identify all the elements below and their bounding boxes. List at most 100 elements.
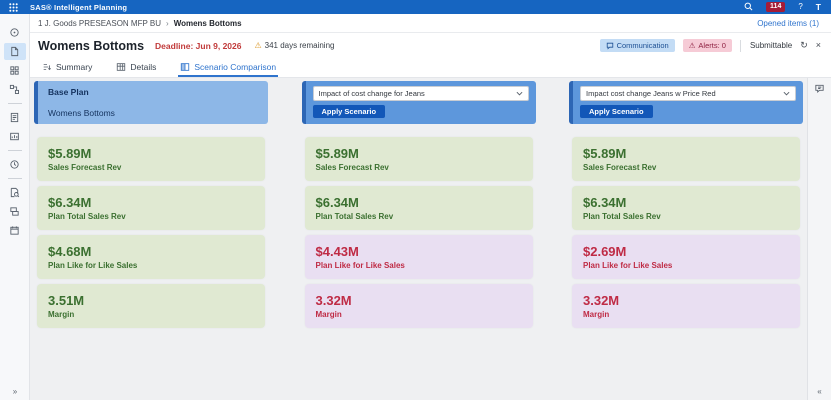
base-plan-title: Base Plan [48, 87, 89, 97]
page-header: Womens Bottoms Deadline: Jun 9, 2026 ⚠ 3… [30, 33, 831, 58]
schedule-icon[interactable] [4, 222, 26, 239]
tab-scenario-comparison[interactable]: Scenario Comparison [178, 58, 279, 77]
metric-card-sales-forecast-rev: $5.89M Sales Forecast Rev [572, 137, 800, 181]
sidebar-divider [7, 150, 22, 151]
search-icon[interactable] [744, 2, 753, 11]
metric-label: Sales Forecast Rev [315, 163, 389, 172]
scenario-selector-card: Impact of cost change for Jeans Apply Sc… [301, 81, 536, 124]
communication-button[interactable]: Communication [599, 39, 675, 52]
app-title: SAS® Intelligent Planning [30, 2, 128, 12]
metric-label: Plan Like for Like Sales [583, 261, 673, 270]
metric-label: Margin [48, 310, 75, 319]
alert-warning-icon: ⚠ [688, 40, 696, 50]
summary-sort-icon [43, 63, 51, 70]
scenario-selector-card: Impact cost change Jeans w Price Red App… [569, 81, 803, 124]
submittable-status: Submittable [739, 39, 792, 52]
opened-items-link[interactable]: Opened items (1) [757, 19, 819, 28]
apply-scenario-button[interactable]: Apply Scenario [312, 105, 386, 118]
base-plan-subtitle: Womens Bottoms [48, 108, 115, 118]
refresh-icon[interactable]: ↻ [800, 41, 808, 50]
metric-value: $5.89M [583, 146, 627, 161]
sidebar-divider [7, 103, 22, 104]
flows-icon[interactable] [4, 81, 26, 98]
metric-label: Plan Total Sales Rev [583, 212, 661, 221]
alerts-label: Alerts: 0 [698, 40, 726, 50]
history-icon[interactable] [4, 156, 26, 173]
metric-card-margin: 3.32M Margin [304, 284, 533, 328]
base-plan-column: Base Plan Womens Bottoms $5.89M Sales Fo… [34, 81, 268, 397]
sidebar-divider [7, 178, 22, 179]
metric-card-margin: 3.32M Margin [572, 284, 800, 328]
document-search-icon[interactable] [4, 184, 26, 201]
notification-badge[interactable]: 114 [766, 1, 786, 13]
app-top-bar: SAS® Intelligent Planning 114 ? T [0, 0, 831, 14]
days-remaining-text: 341 days remaining [264, 41, 335, 50]
metric-card-sales-forecast-rev: $5.89M Sales Forecast Rev [37, 137, 265, 181]
scenario-comparison-panel: Base Plan Womens Bottoms $5.89M Sales Fo… [30, 78, 807, 400]
metric-value: $6.34M [583, 195, 627, 210]
deadline-text: Deadline: Jun 9, 2026 [155, 40, 242, 51]
close-icon[interactable]: × [816, 41, 821, 50]
metric-card-margin: 3.51M Margin [37, 284, 265, 328]
metric-card-plan-total-sales-rev: $6.34M Plan Total Sales Rev [572, 186, 800, 230]
app-window: SAS® Intelligent Planning 114 ? T » 1 J.… [0, 0, 831, 400]
metric-label: Sales Forecast Rev [48, 163, 122, 172]
tab-summary[interactable]: Summary [40, 58, 94, 77]
communication-label: Communication [616, 40, 669, 50]
left-nav-sidebar: » [0, 14, 30, 400]
scenario-dropdown[interactable]: Impact cost change Jeans w Price Red [580, 86, 796, 101]
document-icon[interactable] [4, 109, 26, 126]
metric-label: Plan Total Sales Rev [48, 212, 126, 221]
tab-bar: Summary Details Scenario Comparison [30, 58, 831, 78]
metric-card-sales-forecast-rev: $5.89M Sales Forecast Rev [304, 137, 533, 181]
rail-collapse-chevrons[interactable]: « [808, 387, 831, 396]
metric-value: 3.32M [315, 293, 352, 308]
comment-icon[interactable] [808, 83, 831, 94]
metric-label: Plan Like for Like Sales [48, 261, 138, 270]
app-launcher-icon[interactable] [9, 2, 18, 12]
tab-label: Summary [56, 61, 93, 72]
metric-value: 3.32M [583, 293, 620, 308]
metric-value: $6.34M [48, 195, 92, 210]
comparison-columns-icon [181, 62, 190, 71]
warning-icon: ⚠ [254, 41, 262, 50]
metric-card-plan-total-sales-rev: $6.34M Plan Total Sales Rev [304, 186, 533, 230]
scenario-dropdown-value: Impact of cost change for Jeans [318, 89, 425, 98]
scenario-dropdown-value: Impact cost change Jeans w Price Red [586, 89, 716, 98]
metric-value: $4.68M [48, 244, 92, 259]
metric-label: Margin [583, 310, 610, 319]
metric-value: $5.89M [48, 146, 92, 161]
metric-card-plan-like-for-like-sales: $2.69M Plan Like for Like Sales [572, 235, 800, 279]
metric-label: Margin [315, 310, 342, 319]
tab-label: Details [130, 61, 157, 72]
details-table-icon [117, 62, 126, 71]
scenario-column-2: Impact cost change Jeans w Price Red App… [569, 81, 803, 397]
help-icon[interactable]: ? [798, 2, 802, 11]
breadcrumb-current: Womens Bottoms [173, 18, 242, 28]
metric-value: $5.89M [315, 146, 359, 161]
tab-label: Scenario Comparison [194, 61, 277, 72]
base-plan-card[interactable]: Base Plan Womens Bottoms [34, 81, 268, 124]
explore-icon[interactable] [4, 24, 26, 41]
layers-icon[interactable] [4, 203, 26, 220]
tab-details[interactable]: Details [114, 58, 158, 77]
grid-icon[interactable] [4, 62, 26, 79]
metric-value: 3.51M [48, 293, 85, 308]
speech-bubble-icon [606, 42, 613, 50]
header-actions: Communication ⚠ Alerts: 0 Submittable ↻ … [599, 39, 821, 52]
scenario-dropdown[interactable]: Impact of cost change for Jeans [312, 86, 529, 101]
apply-scenario-button[interactable]: Apply Scenario [580, 105, 653, 118]
metric-value: $6.34M [315, 195, 359, 210]
user-avatar[interactable]: T [816, 2, 821, 12]
page-title: Womens Bottoms [38, 38, 145, 53]
metric-card-plan-like-for-like-sales: $4.68M Plan Like for Like Sales [37, 235, 265, 279]
breadcrumb-root[interactable]: 1 J. Goods PRESEASON MFP BU [38, 19, 161, 28]
plan-document-icon[interactable] [3, 43, 26, 60]
metric-label: Sales Forecast Rev [583, 163, 657, 172]
sidebar-expand-chevrons[interactable]: » [0, 387, 30, 396]
scenario-column-1: Impact of cost change for Jeans Apply Sc… [301, 81, 536, 397]
chart-box-icon[interactable] [4, 128, 26, 145]
metric-value: $2.69M [583, 244, 627, 259]
metric-label: Plan Like for Like Sales [315, 261, 405, 270]
alerts-button[interactable]: ⚠ Alerts: 0 [682, 39, 732, 52]
